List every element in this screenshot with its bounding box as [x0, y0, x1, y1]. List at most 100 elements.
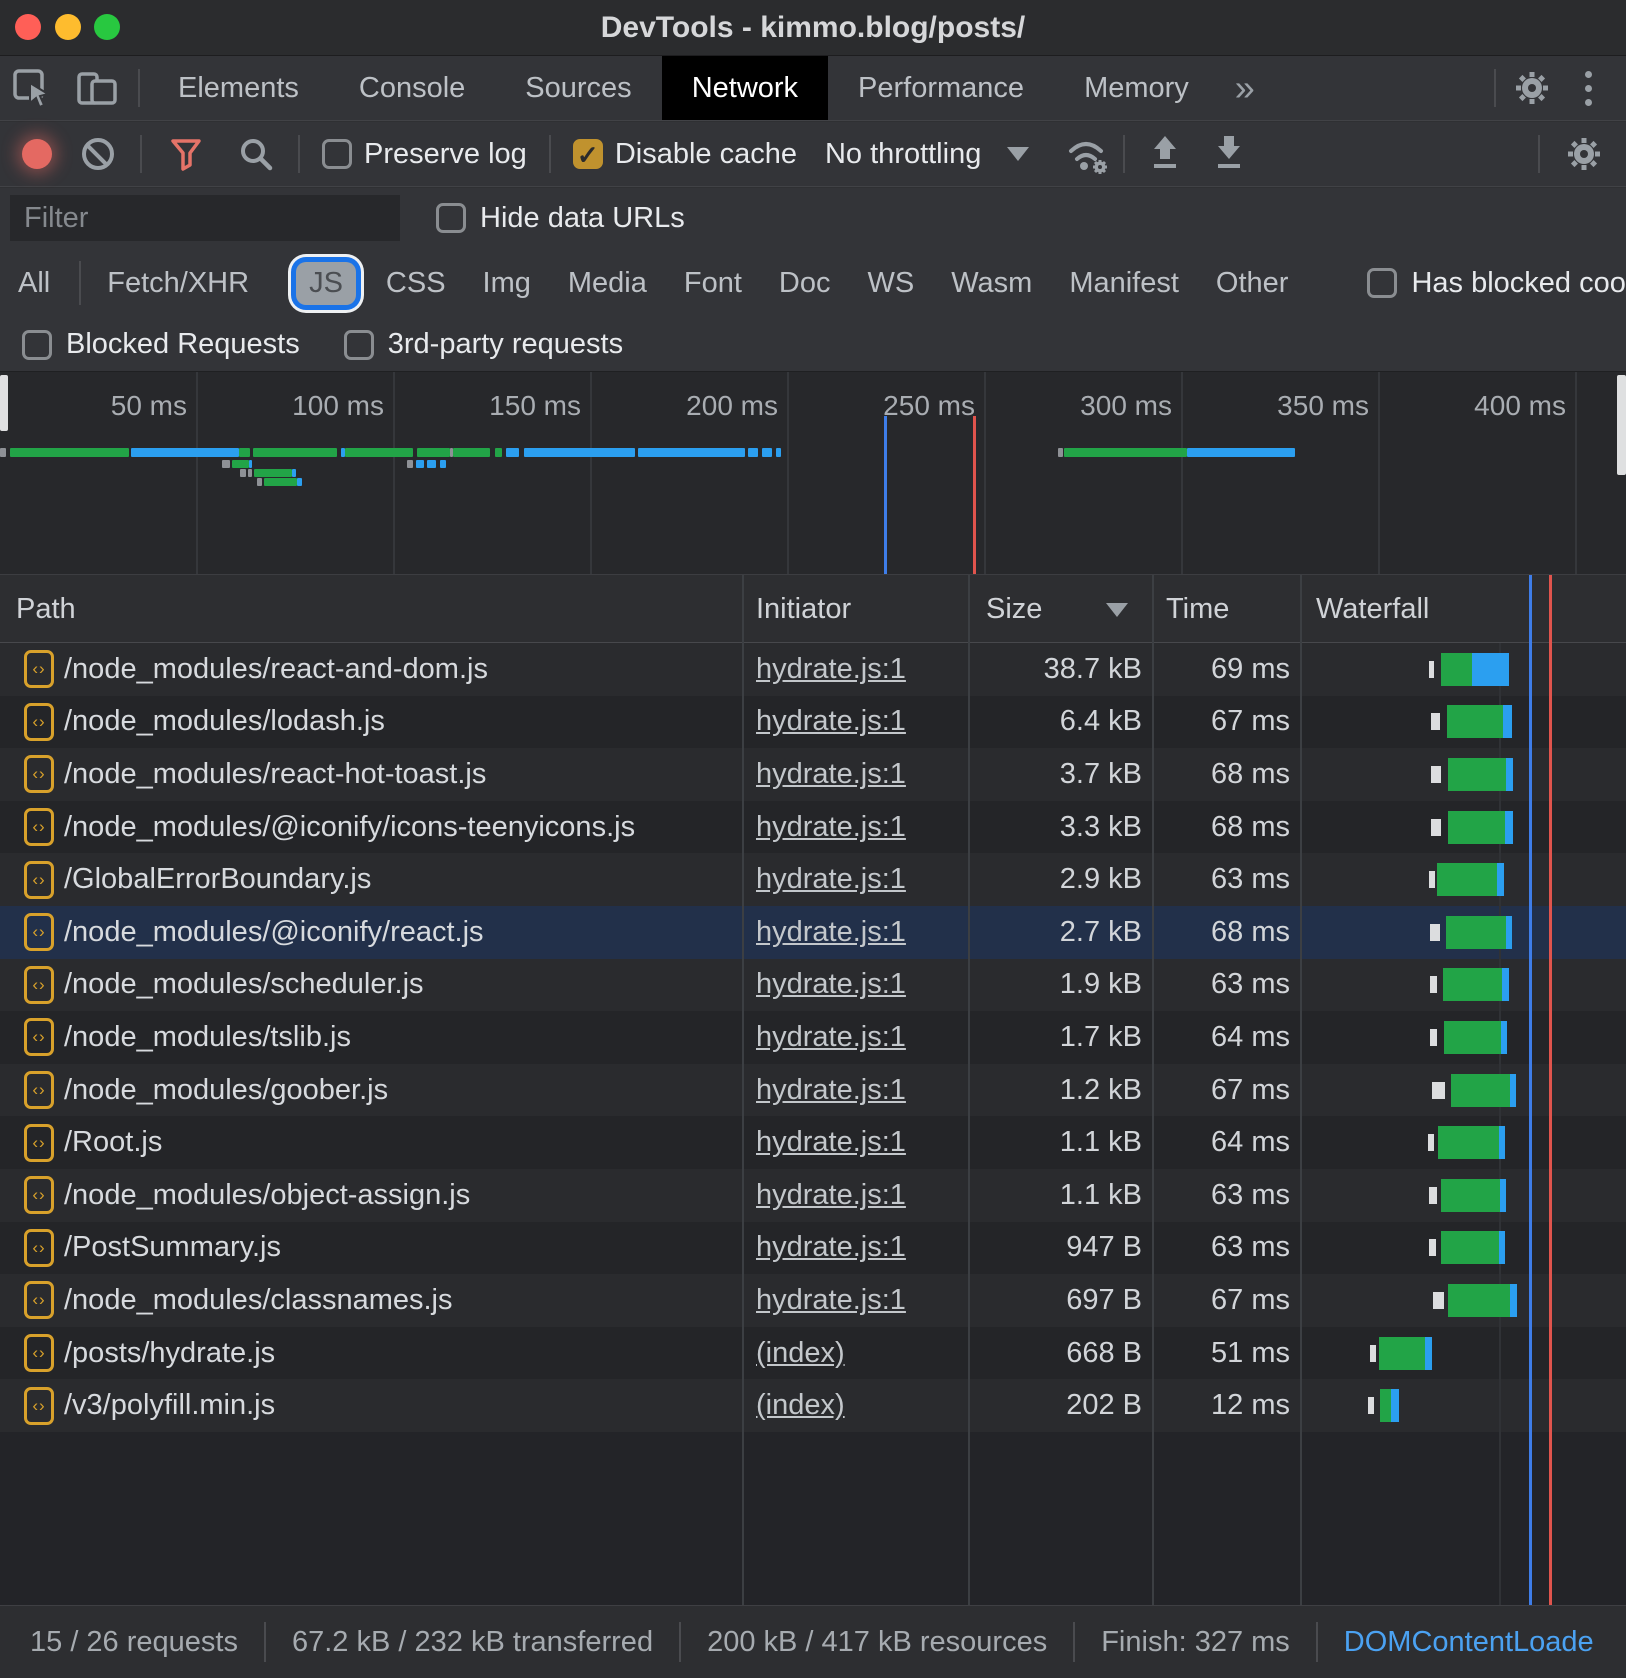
filter-toggle-button[interactable]: [166, 134, 206, 174]
overview-request-bar: [248, 469, 252, 477]
overview-window-handle[interactable]: [0, 375, 8, 431]
initiator-link[interactable]: hydrate.js:1: [756, 1116, 906, 1169]
import-har-button[interactable]: [1209, 132, 1249, 176]
devtools-menu-button[interactable]: [1560, 56, 1616, 120]
tab-memory[interactable]: Memory: [1054, 56, 1219, 120]
initiator-link[interactable]: hydrate.js:1: [756, 1222, 906, 1275]
resource-chip-js[interactable]: JS: [296, 262, 356, 305]
initiator-link[interactable]: hydrate.js:1: [756, 1011, 906, 1064]
resource-chip-doc[interactable]: Doc: [779, 267, 831, 300]
gear-icon: [1564, 134, 1604, 174]
resource-chip-font[interactable]: Font: [684, 267, 742, 300]
resource-chip-ws[interactable]: WS: [868, 267, 915, 300]
overview-request-bar: [0, 448, 6, 457]
column-divider[interactable]: [1300, 575, 1302, 1605]
throttling-dropdown[interactable]: No throttling: [825, 138, 1029, 171]
column-header-waterfall[interactable]: Waterfall: [1316, 575, 1429, 643]
resource-chip-other[interactable]: Other: [1216, 267, 1289, 300]
table-row[interactable]: ‹›/node_modules/react-and-dom.jshydrate.…: [0, 643, 1626, 696]
request-size: 3.7 kB: [970, 748, 1142, 801]
hide-data-urls-checkbox[interactable]: [436, 203, 466, 233]
table-row[interactable]: ‹›/node_modules/tslib.jshydrate.js:11.7 …: [0, 1011, 1626, 1064]
clear-network-log-button[interactable]: [82, 138, 114, 170]
export-har-button[interactable]: [1145, 132, 1185, 176]
network-settings-button[interactable]: [1564, 134, 1604, 174]
has-blocked-cookies-checkbox[interactable]: [1367, 268, 1397, 298]
column-header-initiator[interactable]: Initiator: [756, 575, 851, 643]
column-divider[interactable]: [968, 575, 970, 1605]
initiator-link[interactable]: hydrate.js:1: [756, 906, 906, 959]
resource-chip-img[interactable]: Img: [483, 267, 531, 300]
tab-performance[interactable]: Performance: [828, 56, 1054, 120]
resource-chip-fetch-xhr[interactable]: Fetch/XHR: [107, 267, 249, 300]
blocked-requests-checkbox[interactable]: [22, 330, 52, 360]
blocked-requests-toggle[interactable]: Blocked Requests: [22, 328, 300, 361]
resource-chip-css[interactable]: CSS: [386, 267, 446, 300]
table-row[interactable]: ‹›/node_modules/goober.jshydrate.js:11.2…: [0, 1064, 1626, 1117]
initiator-link[interactable]: hydrate.js:1: [756, 696, 906, 749]
initiator-link[interactable]: hydrate.js:1: [756, 959, 906, 1012]
resource-chip-all[interactable]: All: [18, 267, 50, 300]
resource-chip-wasm[interactable]: Wasm: [951, 267, 1032, 300]
initiator-link[interactable]: hydrate.js:1: [756, 801, 906, 854]
overview-tick-label: 150 ms: [489, 390, 581, 422]
table-row[interactable]: ‹›/node_modules/@iconify/react.jshydrate…: [0, 906, 1626, 959]
search-button[interactable]: [236, 134, 276, 174]
has-blocked-cookies-toggle[interactable]: Has blocked cookies: [1367, 267, 1626, 300]
third-party-requests-checkbox[interactable]: [344, 330, 374, 360]
request-path: /v3/polyfill.min.js: [64, 1379, 275, 1432]
table-row[interactable]: ‹›/Root.jshydrate.js:11.1 kB64 ms: [0, 1116, 1626, 1169]
overview-window-handle[interactable]: [1617, 375, 1626, 475]
resource-chip-manifest[interactable]: Manifest: [1069, 267, 1179, 300]
preserve-log-toggle[interactable]: Preserve log: [322, 138, 527, 171]
filter-input[interactable]: [10, 195, 400, 241]
column-header-path[interactable]: Path: [16, 575, 76, 643]
overview-request-bar: [253, 448, 337, 457]
initiator-link[interactable]: hydrate.js:1: [756, 643, 906, 696]
column-header-time[interactable]: Time: [1166, 575, 1229, 643]
tab-network[interactable]: Network: [662, 56, 828, 120]
initiator-link[interactable]: hydrate.js:1: [756, 748, 906, 801]
table-row[interactable]: ‹›/node_modules/object-assign.jshydrate.…: [0, 1169, 1626, 1222]
initiator-link[interactable]: (index): [756, 1327, 845, 1380]
devtools-settings-button[interactable]: [1504, 56, 1560, 120]
column-divider[interactable]: [1152, 575, 1154, 1605]
table-row[interactable]: ‹›/posts/hydrate.js(index)668 B51 ms: [0, 1327, 1626, 1380]
preserve-log-checkbox[interactable]: [322, 139, 352, 169]
request-size: 38.7 kB: [970, 643, 1142, 696]
request-time: 63 ms: [1152, 853, 1290, 906]
initiator-link[interactable]: hydrate.js:1: [756, 853, 906, 906]
table-row[interactable]: ‹›/node_modules/scheduler.jshydrate.js:1…: [0, 959, 1626, 1012]
overview-gridline: [393, 372, 395, 575]
disable-cache-checkbox[interactable]: [573, 139, 603, 169]
tab-sources[interactable]: Sources: [495, 56, 661, 120]
third-party-requests-toggle[interactable]: 3rd-party requests: [344, 328, 623, 361]
title-bar: DevTools - kimmo.blog/posts/: [0, 0, 1626, 56]
toggle-device-toolbar-button[interactable]: [64, 56, 130, 120]
table-row[interactable]: ‹›/GlobalErrorBoundary.jshydrate.js:12.9…: [0, 853, 1626, 906]
table-row[interactable]: ‹›/node_modules/lodash.jshydrate.js:16.4…: [0, 696, 1626, 749]
disable-cache-toggle[interactable]: Disable cache: [573, 138, 797, 171]
resource-chip-media[interactable]: Media: [568, 267, 647, 300]
sort-descending-icon: [1106, 603, 1128, 617]
column-header-size[interactable]: Size: [986, 575, 1042, 643]
table-row[interactable]: ‹›/node_modules/classnames.jshydrate.js:…: [0, 1274, 1626, 1327]
initiator-link[interactable]: (index): [756, 1379, 845, 1432]
tab-console[interactable]: Console: [329, 56, 495, 120]
script-file-icon: ‹›: [24, 1229, 54, 1267]
more-tabs-button[interactable]: »: [1219, 56, 1271, 120]
tab-elements[interactable]: Elements: [148, 56, 329, 120]
hide-data-urls-toggle[interactable]: Hide data URLs: [436, 202, 685, 235]
table-row[interactable]: ‹›/PostSummary.jshydrate.js:1947 B63 ms: [0, 1222, 1626, 1275]
column-divider[interactable]: [742, 575, 744, 1605]
network-overview-timeline[interactable]: 50 ms100 ms150 ms200 ms250 ms300 ms350 m…: [0, 372, 1626, 575]
inspect-element-button[interactable]: [0, 56, 64, 120]
network-conditions-button[interactable]: [1063, 131, 1115, 177]
table-row[interactable]: ‹›/v3/polyfill.min.js(index)202 B12 ms: [0, 1379, 1626, 1432]
table-row[interactable]: ‹›/node_modules/@iconify/icons-teenyicon…: [0, 801, 1626, 854]
record-network-log-button[interactable]: [22, 139, 52, 169]
initiator-link[interactable]: hydrate.js:1: [756, 1064, 906, 1117]
table-row[interactable]: ‹›/node_modules/react-hot-toast.jshydrat…: [0, 748, 1626, 801]
initiator-link[interactable]: hydrate.js:1: [756, 1169, 906, 1222]
initiator-link[interactable]: hydrate.js:1: [756, 1274, 906, 1327]
